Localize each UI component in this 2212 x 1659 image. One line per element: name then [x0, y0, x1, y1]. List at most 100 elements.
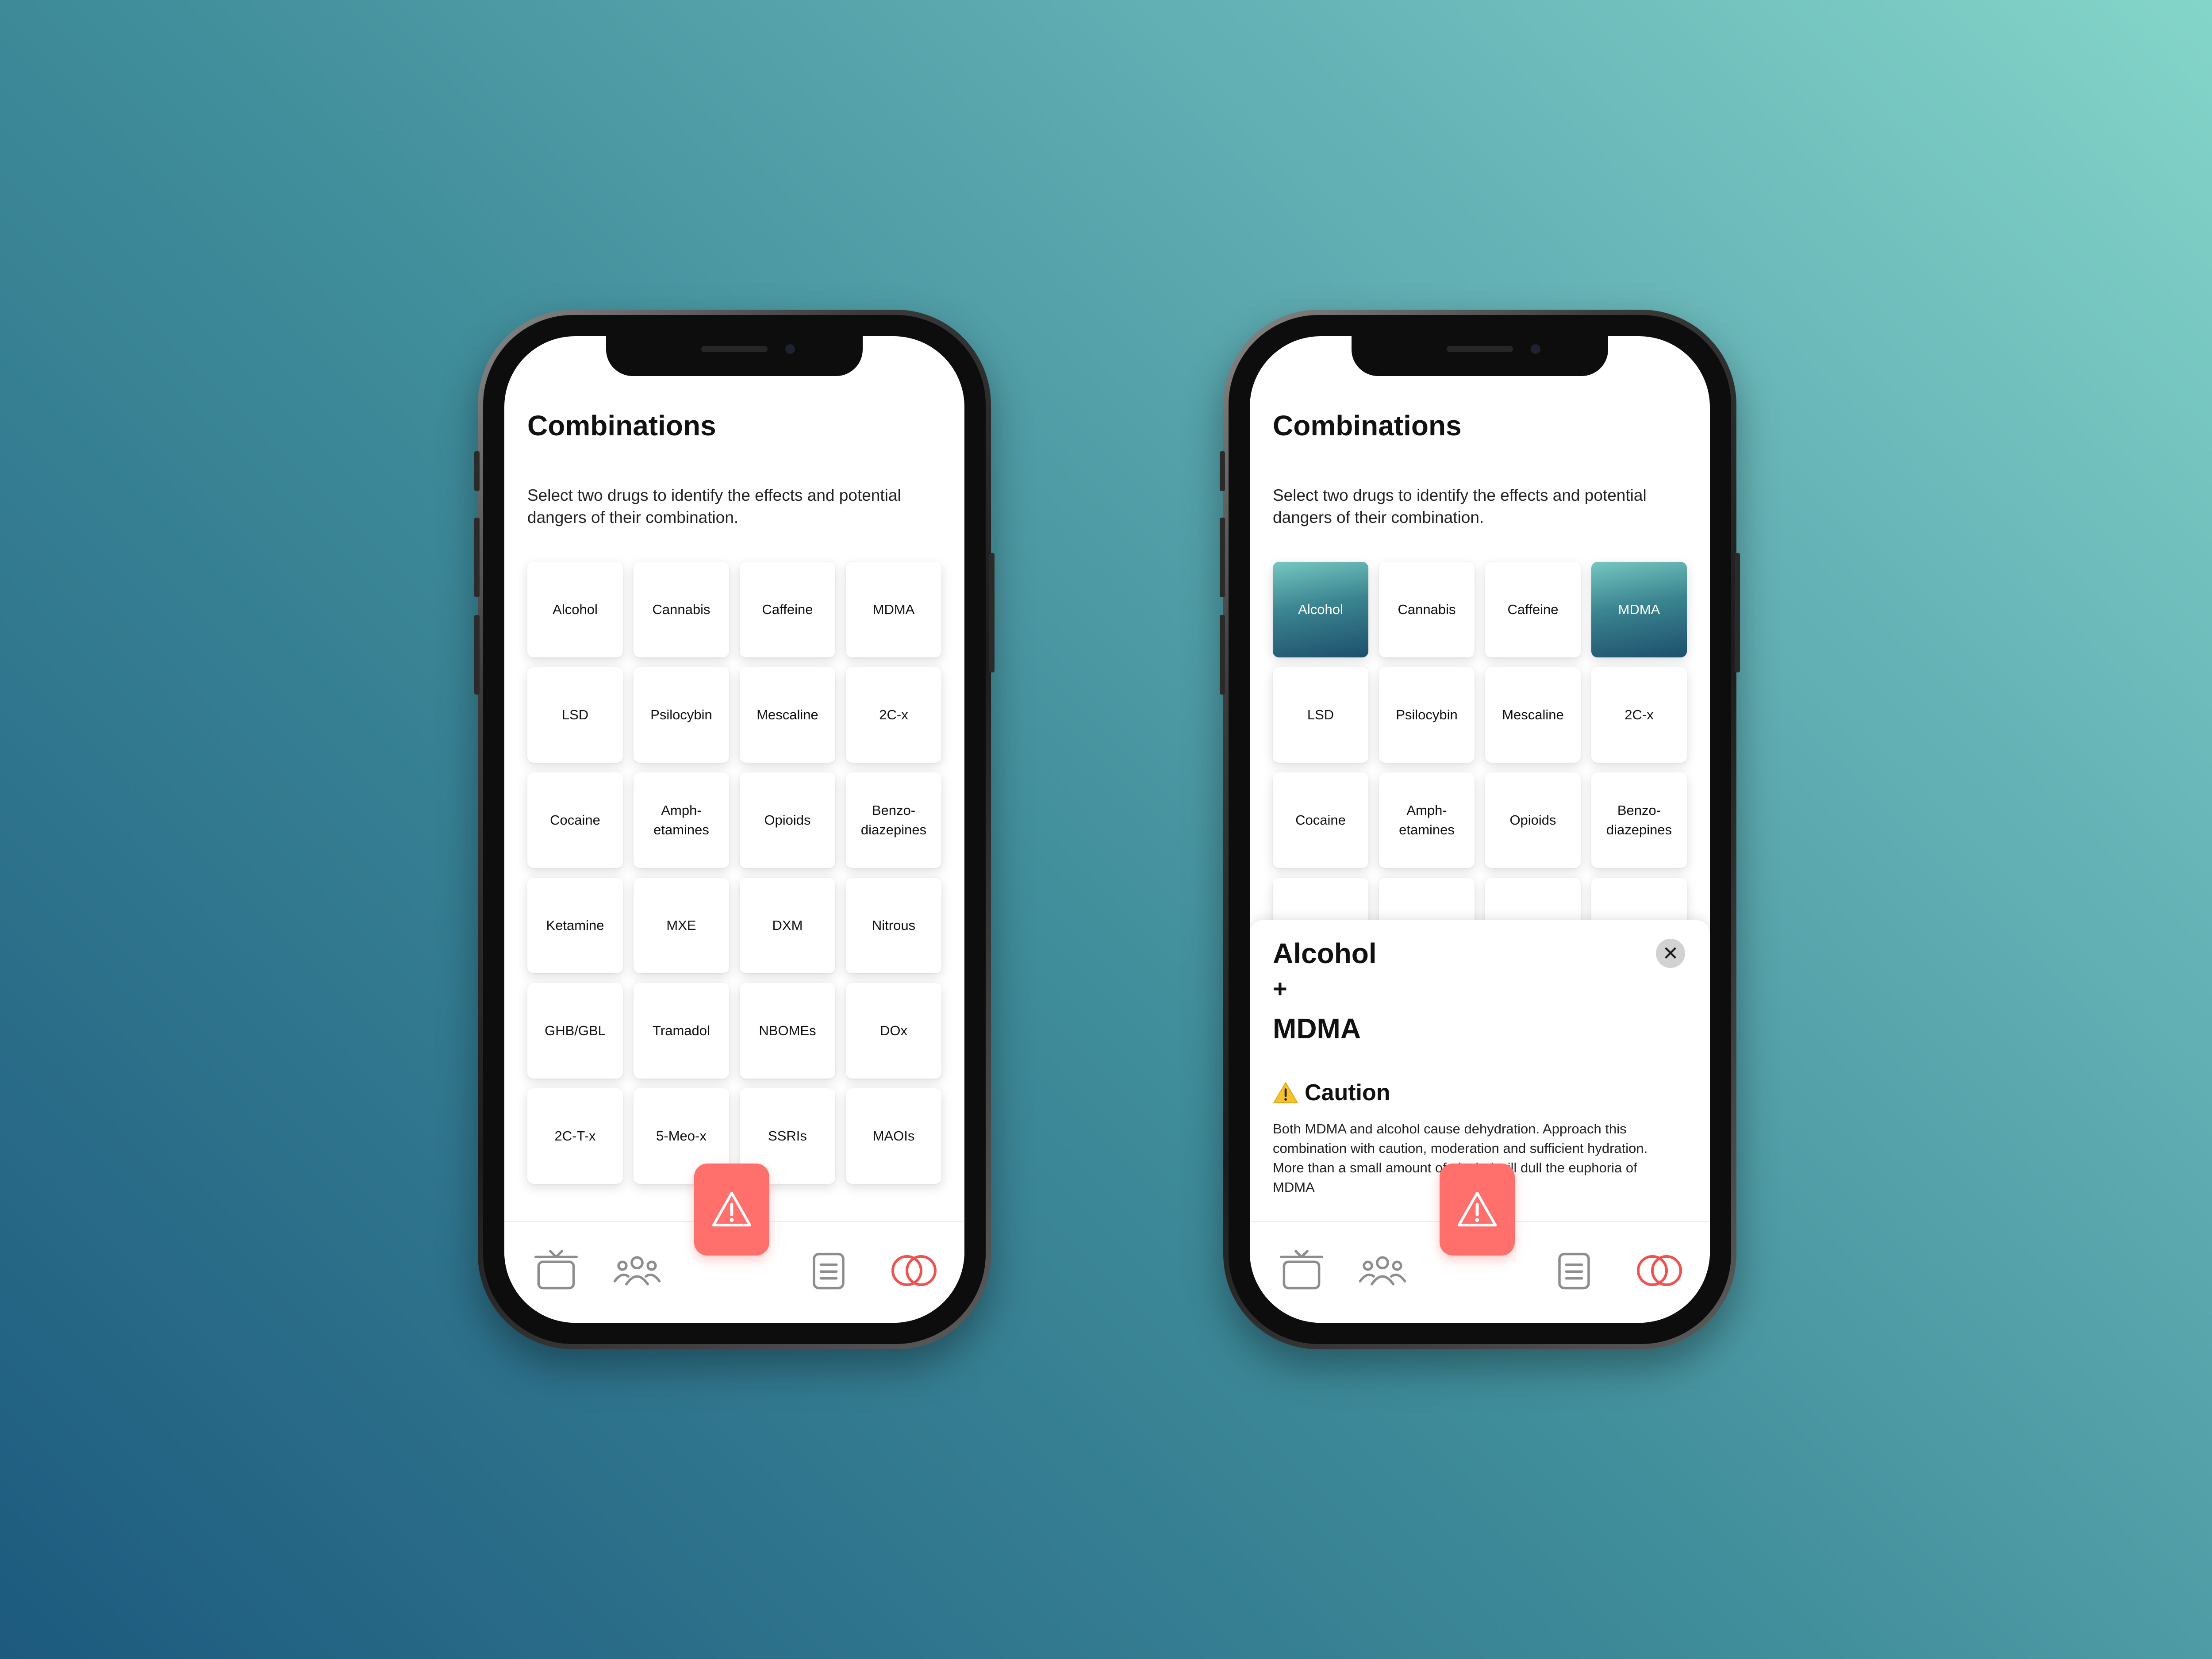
drug-tile-mescaline[interactable]: Mescaline: [1485, 667, 1581, 763]
drug-tile-lsd[interactable]: LSD: [1273, 667, 1368, 763]
combo-plus-sign: +: [1273, 975, 1287, 1002]
drug-tile-benzo-diazepines[interactable]: Benzo- diazepines: [1591, 772, 1687, 868]
drug-tile-benzo-diazepines[interactable]: Benzo- diazepines: [846, 772, 941, 868]
drug-tile-label: Mescaline: [757, 707, 818, 722]
risk-level-label: Caution: [1305, 1080, 1390, 1106]
drug-tile-dxm[interactable]: DXM: [740, 878, 835, 973]
risk-level: Caution: [1273, 1079, 1390, 1106]
drug-grid: Alcohol Cannabis Caffeine MDMA LSD Psilocybin…: [1273, 562, 1687, 973]
drug-tile-label: Opioids: [1509, 812, 1556, 828]
drug-tile-label: Benzo- diazepines: [1606, 803, 1672, 837]
tv-icon: [534, 1250, 578, 1290]
combinations-rings-icon: [1637, 1255, 1682, 1286]
drug-tile-nbomes[interactable]: NBOMEs: [740, 983, 835, 1079]
front-camera: [785, 344, 795, 354]
page-title: Combinations: [527, 410, 716, 442]
mute-switch: [1220, 451, 1225, 491]
volume-down-button: [474, 615, 480, 695]
tab-tv[interactable]: [532, 1246, 580, 1295]
drug-tile-cannabis[interactable]: Cannabis: [634, 562, 729, 657]
drug-tile-ghb-gbl[interactable]: GHB/GBL: [527, 983, 623, 1079]
tab-combinations[interactable]: [1634, 1246, 1685, 1295]
notch: [606, 336, 863, 376]
mute-switch: [474, 451, 480, 491]
drug-tile-dox[interactable]: DOx: [846, 983, 941, 1079]
front-camera: [1531, 344, 1540, 354]
tv-icon: [1280, 1250, 1323, 1290]
tab-combinations[interactable]: [888, 1246, 940, 1295]
tab-articles[interactable]: [1550, 1246, 1598, 1295]
drug-tile-alcohol[interactable]: Alcohol: [1273, 562, 1368, 657]
drug-tile-mescaline[interactable]: Mescaline: [740, 667, 835, 763]
drug-tile-label: NBOMEs: [759, 1023, 816, 1038]
tab-tv[interactable]: [1277, 1246, 1326, 1295]
phone-mockup-right: Combinations Select two drugs to identif…: [1220, 310, 1740, 1349]
phone-screen: Combinations Select two drugs to identif…: [504, 336, 964, 1323]
alert-triangle-icon: [1457, 1191, 1497, 1227]
tab-articles[interactable]: [804, 1246, 853, 1295]
drug-tile-label: Cocaine: [1295, 812, 1346, 828]
people-icon: [1359, 1256, 1406, 1286]
drug-tile-label: Benzo- diazepines: [860, 803, 927, 837]
drug-tile-label: SSRIs: [768, 1128, 807, 1144]
close-icon: ✕: [1662, 942, 1679, 965]
drug-tile-label: 2C-x: [879, 707, 908, 722]
drug-tile-label: 5-Meo-x: [656, 1128, 707, 1144]
drug-tile-psilocybin[interactable]: Psilocybin: [1379, 667, 1475, 763]
drug-tile-opioids[interactable]: Opioids: [1485, 772, 1581, 868]
drug-tile-amph-etamines[interactable]: Amph- etamines: [1379, 772, 1475, 868]
drug-tile-label: MDMA: [872, 602, 915, 617]
people-icon: [613, 1256, 661, 1286]
tab-community[interactable]: [1358, 1246, 1407, 1295]
instructions-text: Select two drugs to identify the effects…: [527, 486, 901, 526]
drug-tile-caffeine[interactable]: Caffeine: [1485, 562, 1581, 657]
combinations-rings-icon: [891, 1255, 937, 1286]
drug-tile-label: Psilocybin: [1396, 707, 1458, 722]
drug-tile-mdma[interactable]: MDMA: [846, 562, 941, 657]
warning-triangle-icon: [1273, 1082, 1298, 1103]
drug-tile-2c-t-x[interactable]: 2C-T-x: [527, 1088, 623, 1184]
power-button: [989, 553, 995, 672]
drug-tile-label: 2C-T-x: [554, 1128, 596, 1144]
drug-tile-alcohol[interactable]: Alcohol: [527, 562, 623, 657]
drug-tile-label: LSD: [1307, 707, 1334, 722]
drug-tile-cannabis[interactable]: Cannabis: [1379, 562, 1475, 657]
drug-tile-label: MXE: [666, 918, 696, 933]
drug-tile-label: 2C-x: [1624, 707, 1654, 722]
earpiece-speaker: [701, 346, 768, 352]
drug-tile-2c-x[interactable]: 2C-x: [1591, 667, 1687, 763]
drug-tile-label: Caffeine: [762, 602, 813, 617]
drug-tile-mdma[interactable]: MDMA: [1591, 562, 1687, 657]
drug-tile-psilocybin[interactable]: Psilocybin: [634, 667, 729, 763]
drug-tile-nitrous[interactable]: Nitrous: [846, 878, 941, 973]
volume-up-button: [474, 518, 480, 597]
earpiece-speaker: [1447, 346, 1513, 352]
drug-tile-label: Amph- etamines: [1399, 803, 1455, 837]
emergency-alert-button[interactable]: [1440, 1164, 1515, 1256]
tab-community[interactable]: [613, 1246, 661, 1295]
drug-tile-mxe[interactable]: MXE: [634, 878, 729, 973]
drug-tile-amph-etamines[interactable]: Amph- etamines: [634, 772, 729, 868]
drug-tile-lsd[interactable]: LSD: [527, 667, 623, 763]
volume-down-button: [1220, 615, 1225, 695]
drug-tile-label: Amph- etamines: [653, 803, 709, 837]
drug-tile-label: Cocaine: [550, 812, 600, 828]
drug-tile-ketamine[interactable]: Ketamine: [527, 878, 623, 973]
drug-tile-cocaine[interactable]: Cocaine: [527, 772, 623, 868]
drug-tile-label: Ketamine: [546, 918, 604, 933]
drug-tile-label: DOx: [880, 1023, 907, 1038]
drug-grid: Alcohol Cannabis Caffeine MDMA LSD Psilocybin…: [527, 562, 941, 1184]
drug-tile-caffeine[interactable]: Caffeine: [740, 562, 835, 657]
document-icon: [1558, 1252, 1590, 1290]
close-button[interactable]: ✕: [1656, 939, 1685, 968]
drug-tile-maois[interactable]: MAOIs: [846, 1088, 941, 1184]
drug-tile-cocaine[interactable]: Cocaine: [1273, 772, 1368, 868]
drug-tile-tramadol[interactable]: Tramadol: [634, 983, 729, 1079]
emergency-alert-button[interactable]: [694, 1164, 769, 1256]
power-button: [1735, 553, 1740, 672]
drug-tile-opioids[interactable]: Opioids: [740, 772, 835, 868]
drug-tile-label: Opioids: [764, 812, 811, 828]
combo-drug-a: Alcohol: [1273, 937, 1377, 969]
drug-tile-2c-x[interactable]: 2C-x: [846, 667, 941, 763]
combo-drug-b: MDMA: [1273, 1013, 1361, 1045]
